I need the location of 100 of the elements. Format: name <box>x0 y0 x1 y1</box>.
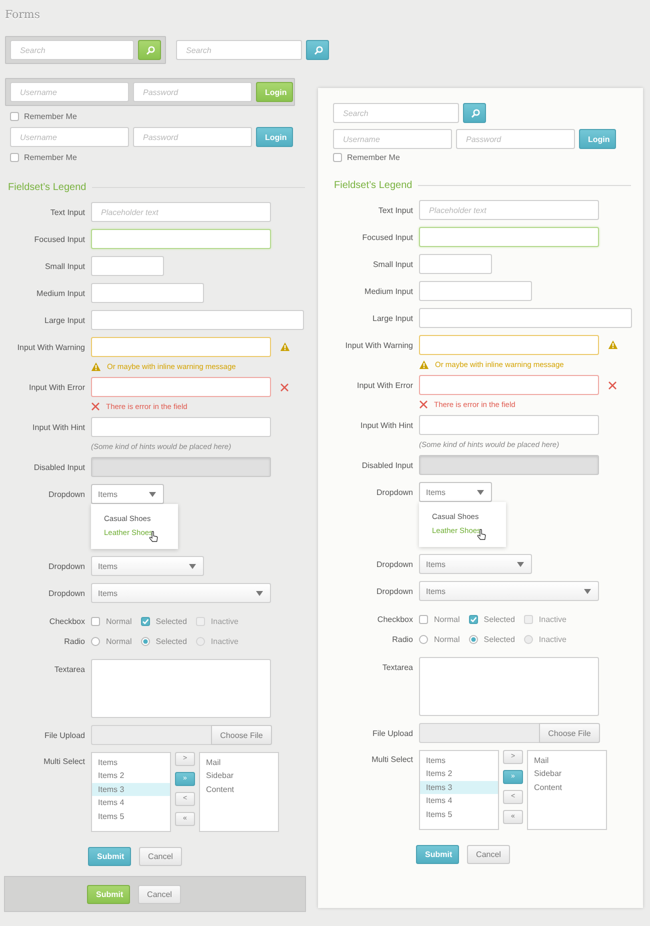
password-field[interactable]: Password <box>133 82 252 102</box>
text-input-field[interactable]: Placeholder text <box>419 200 599 220</box>
choose-file-button[interactable]: Choose File <box>211 725 272 745</box>
username-field[interactable]: Username <box>10 127 129 147</box>
error-icon <box>280 382 289 392</box>
list-item[interactable]: Items 5 <box>420 808 498 822</box>
text-input-field[interactable]: Placeholder text <box>91 202 271 222</box>
field-label: Small Input <box>44 262 85 270</box>
field-label: Checkbox <box>48 617 85 626</box>
radio-button[interactable] <box>419 635 428 644</box>
username-field[interactable]: Username <box>10 82 129 102</box>
list-item[interactable]: Items 5 <box>92 810 170 824</box>
text-input-field[interactable] <box>91 229 271 249</box>
dropdown[interactable]: Items <box>419 554 532 574</box>
username-field[interactable]: Username <box>333 129 452 149</box>
checkbox[interactable] <box>10 112 19 121</box>
checkbox[interactable] <box>333 153 342 162</box>
text-input-field[interactable] <box>91 310 304 330</box>
source-list[interactable]: Items Items 2 Items 3 Items 4 Items 5 <box>91 752 171 832</box>
list-item[interactable]: Items 4 <box>92 796 170 810</box>
field-label: File Upload <box>372 728 413 738</box>
file-name-field[interactable] <box>91 725 211 745</box>
dropdown[interactable]: Items <box>91 556 204 576</box>
search-field[interactable]: Search <box>10 40 134 60</box>
text-input-field[interactable] <box>419 415 599 435</box>
radio-button[interactable] <box>140 637 150 646</box>
text-input-field[interactable] <box>419 227 599 247</box>
list-item[interactable]: Items 4 <box>420 794 498 808</box>
target-list[interactable]: Mail Sidebar Content <box>527 750 607 830</box>
file-name-field[interactable] <box>419 723 539 743</box>
text-input-field[interactable] <box>419 308 632 328</box>
password-field[interactable]: Password <box>456 129 575 149</box>
list-item[interactable]: Content <box>200 782 278 796</box>
list-item[interactable]: Items <box>92 756 170 770</box>
field-label: Input With Hint <box>32 422 85 432</box>
checkbox[interactable] <box>419 615 428 624</box>
field-label: Input With Warning <box>16 342 85 352</box>
source-list[interactable]: Items Items 2 Items 3 Items 4 Items 5 <box>419 750 499 830</box>
field-label: Medium Input <box>36 288 85 298</box>
search-field[interactable]: Search <box>176 40 302 60</box>
text-input-field[interactable] <box>91 283 204 303</box>
caret-icon <box>477 490 484 494</box>
radio-label: Inactive <box>210 637 238 646</box>
target-list[interactable]: Mail Sidebar Content <box>199 752 279 832</box>
submit-button[interactable]: Submit <box>416 845 459 864</box>
list-item[interactable]: Items 2 <box>92 769 170 783</box>
error-icon <box>608 380 617 390</box>
field-label: Input With Hint <box>360 420 413 430</box>
textarea-field[interactable] <box>91 659 271 718</box>
field-label: Input With Error <box>28 382 85 392</box>
submit-button[interactable]: Submit <box>88 847 131 866</box>
checkbox-label: Inactive <box>538 615 566 624</box>
cancel-button[interactable]: Cancel <box>467 845 510 864</box>
list-item[interactable]: Content <box>528 780 606 794</box>
login-button[interactable]: Login <box>256 127 293 147</box>
page-title: Forms <box>5 7 41 23</box>
text-input-field[interactable] <box>91 337 271 357</box>
text-input-field[interactable] <box>91 417 271 437</box>
list-item[interactable]: Items 3 <box>420 780 498 794</box>
checkbox[interactable] <box>140 617 150 626</box>
list-item[interactable]: Items 2 <box>420 767 498 781</box>
cancel-button[interactable]: Cancel <box>138 885 181 904</box>
text-input-field[interactable] <box>91 377 271 397</box>
search-button[interactable] <box>463 103 486 123</box>
checkbox[interactable] <box>10 153 19 162</box>
radio-label: Normal <box>106 637 132 646</box>
search-button[interactable] <box>138 40 161 60</box>
field-label: Dropdown <box>48 490 85 498</box>
dropdown[interactable]: Items <box>91 484 164 504</box>
dropdown[interactable]: Items <box>419 482 492 502</box>
checkbox-label: Inactive <box>210 617 238 626</box>
checkbox[interactable] <box>468 615 478 624</box>
dropdown[interactable]: Items <box>91 583 271 603</box>
dropdown[interactable]: Items <box>419 581 599 601</box>
list-item[interactable]: Sidebar <box>200 769 278 783</box>
checkbox[interactable] <box>91 617 100 626</box>
search-button[interactable] <box>306 40 329 60</box>
radio-button[interactable] <box>91 637 100 646</box>
search-field[interactable]: Search <box>333 103 459 123</box>
field-label: Disabled Input <box>360 460 413 470</box>
textarea-field[interactable] <box>419 657 599 716</box>
list-item[interactable]: Items 3 <box>92 782 170 796</box>
list-item[interactable]: Items <box>420 754 498 768</box>
text-input-field[interactable] <box>91 256 164 276</box>
cancel-button[interactable]: Cancel <box>139 847 182 866</box>
text-input-field[interactable] <box>419 281 532 301</box>
list-item[interactable]: Sidebar <box>528 767 606 781</box>
list-item[interactable]: Mail <box>528 754 606 768</box>
text-input-field[interactable] <box>419 375 599 395</box>
radio-button[interactable] <box>468 635 478 644</box>
list-item[interactable]: Mail <box>200 756 278 770</box>
field-label: Radio <box>391 635 413 644</box>
choose-file-button[interactable]: Choose File <box>539 723 600 743</box>
field-label: Text Input <box>49 208 85 216</box>
login-button[interactable]: Login <box>579 129 616 149</box>
text-input-field[interactable] <box>419 254 492 274</box>
fieldset-legend: Fieldset’s Legend <box>334 180 412 191</box>
warning-icon <box>419 360 429 370</box>
password-field[interactable]: Password <box>133 127 252 147</box>
text-input-field[interactable] <box>419 335 599 355</box>
